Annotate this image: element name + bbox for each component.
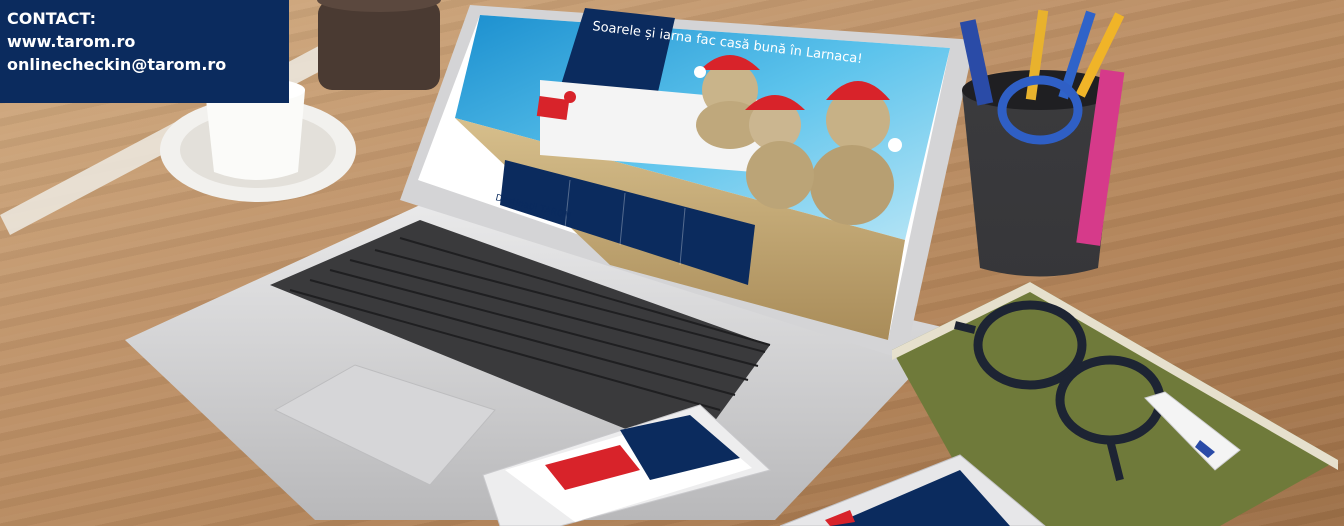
pen-holder-icon [959,9,1125,277]
brown-cup [317,0,441,90]
contact-heading: CONTACT: [7,9,96,28]
desk-photo: Soarele și iarna fac casă bună în Larnac… [0,0,1344,526]
contact-email: onlinecheckin@tarom.ro [7,55,227,74]
contact-website: www.tarom.ro [7,32,136,51]
contact-box: CONTACT: www.tarom.ro onlinecheckin@taro… [0,0,289,103]
